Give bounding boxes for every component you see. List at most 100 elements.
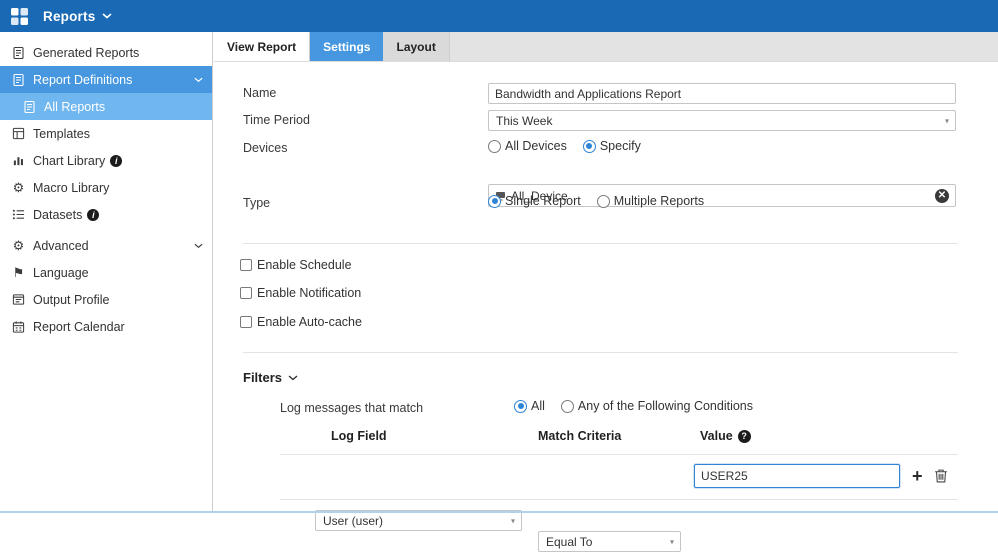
match-label: Log messages that match xyxy=(280,401,423,415)
section-divider xyxy=(243,352,958,353)
sidebar-item-all-reports[interactable]: All Reports xyxy=(0,93,212,120)
sidebar-item-advanced[interactable]: ⚙ Advanced xyxy=(0,232,212,259)
tab-settings[interactable]: Settings xyxy=(310,32,383,61)
time-period-select[interactable]: This Week ▾ xyxy=(488,110,956,131)
table-divider xyxy=(280,499,958,500)
calendar-icon xyxy=(10,320,27,334)
type-radio-group: Single Report Multiple Reports xyxy=(488,194,720,208)
delete-condition-button[interactable] xyxy=(934,468,948,483)
column-log-field: Log Field xyxy=(331,429,387,443)
all-devices-radio[interactable] xyxy=(488,140,501,153)
enable-schedule-label: Enable Schedule xyxy=(257,258,352,272)
sidebar-item-label: Macro Library xyxy=(33,181,109,195)
document-icon xyxy=(10,73,27,87)
type-label: Type xyxy=(243,196,270,210)
single-report-label: Single Report xyxy=(505,194,581,208)
sidebar-item-label: Report Calendar xyxy=(33,320,125,334)
tab-label: Settings xyxy=(323,40,370,54)
column-value: Value ? xyxy=(700,429,751,443)
specify-radio[interactable] xyxy=(583,140,596,153)
chevron-down-icon: ▾ xyxy=(945,116,949,125)
multiple-reports-radio[interactable] xyxy=(597,195,610,208)
log-field-select[interactable]: User (user) ▾ xyxy=(315,510,522,531)
single-report-radio[interactable] xyxy=(488,195,501,208)
sidebar-item-output-profile[interactable]: Output Profile xyxy=(0,286,212,313)
sidebar-item-label: Advanced xyxy=(33,239,89,253)
flag-icon: ⚑ xyxy=(10,266,27,279)
info-icon: i xyxy=(110,155,122,167)
sidebar-item-label: Chart Library xyxy=(33,154,105,168)
sidebar-item-report-definitions[interactable]: Report Definitions xyxy=(0,66,212,93)
enable-autocache-checkbox[interactable] xyxy=(240,316,252,328)
all-devices-label: All Devices xyxy=(505,139,567,153)
list-icon xyxy=(10,208,27,221)
chevron-down-icon: ▾ xyxy=(670,537,674,546)
tab-view-report[interactable]: View Report xyxy=(214,32,310,61)
gear-icon: ⚙ xyxy=(10,239,27,252)
tab-label: Layout xyxy=(396,40,435,54)
chevron-down-icon xyxy=(194,243,203,249)
sidebar-item-label: Datasets xyxy=(33,208,82,222)
sidebar-item-label: Report Definitions xyxy=(33,73,132,87)
multiple-reports-label: Multiple Reports xyxy=(614,194,704,208)
bar-chart-icon xyxy=(10,154,27,167)
sidebar: Generated Reports Report Definitions All… xyxy=(0,32,213,511)
add-condition-button[interactable]: + xyxy=(912,466,923,486)
match-all-label: All xyxy=(531,399,545,413)
sidebar-item-macro-library[interactable]: ⚙ Macro Library xyxy=(0,174,212,201)
reports-menu-label: Reports xyxy=(43,9,95,24)
sidebar-item-label: Generated Reports xyxy=(33,46,139,60)
log-field-value: User (user) xyxy=(323,514,383,528)
match-criteria-value: Equal To xyxy=(546,535,592,549)
filters-title: Filters xyxy=(243,370,282,385)
sidebar-item-chart-library[interactable]: Chart Library i xyxy=(0,147,212,174)
specify-label: Specify xyxy=(600,139,641,153)
topbar: Reports xyxy=(0,0,998,32)
time-period-value: This Week xyxy=(496,114,552,128)
help-icon[interactable]: ? xyxy=(738,430,751,443)
sidebar-item-datasets[interactable]: Datasets i xyxy=(0,201,212,228)
filters-section-toggle[interactable]: Filters xyxy=(243,370,298,385)
match-all-radio[interactable] xyxy=(514,400,527,413)
app-logo-icon[interactable] xyxy=(10,7,29,26)
devices-label: Devices xyxy=(243,141,287,155)
enable-schedule-checkbox[interactable] xyxy=(240,259,252,271)
match-criteria-select[interactable]: Equal To ▾ xyxy=(538,531,681,552)
sidebar-item-report-calendar[interactable]: Report Calendar xyxy=(0,313,212,340)
column-value-label: Value xyxy=(700,429,733,443)
enable-schedule-row[interactable]: Enable Schedule xyxy=(240,258,352,272)
match-radio-group: All Any of the Following Conditions xyxy=(514,399,769,413)
reports-menu[interactable]: Reports xyxy=(43,9,112,24)
tab-layout[interactable]: Layout xyxy=(383,32,449,61)
match-any-radio[interactable] xyxy=(561,400,574,413)
document-icon xyxy=(10,46,27,60)
enable-notification-row[interactable]: Enable Notification xyxy=(240,286,361,300)
sidebar-item-generated-reports[interactable]: Generated Reports xyxy=(0,39,212,66)
enable-notification-checkbox[interactable] xyxy=(240,287,252,299)
column-match-criteria: Match Criteria xyxy=(538,429,621,443)
chevron-down-icon xyxy=(102,13,112,19)
tabbar: View Report Settings Layout xyxy=(214,32,998,62)
template-icon xyxy=(10,127,27,140)
enable-notification-label: Enable Notification xyxy=(257,286,361,300)
sidebar-item-label: Output Profile xyxy=(33,293,109,307)
filter-value-input[interactable] xyxy=(694,464,900,488)
clear-devices-icon[interactable]: ✕ xyxy=(935,189,949,203)
gear-icon: ⚙ xyxy=(10,181,27,194)
tab-label: View Report xyxy=(227,40,296,54)
enable-autocache-label: Enable Auto-cache xyxy=(257,315,362,329)
match-any-label: Any of the Following Conditions xyxy=(578,399,753,413)
sidebar-item-label: Templates xyxy=(33,127,90,141)
chevron-down-icon xyxy=(288,375,298,381)
sidebar-item-language[interactable]: ⚑ Language xyxy=(0,259,212,286)
table-divider xyxy=(280,454,958,455)
name-input[interactable] xyxy=(488,83,956,104)
sidebar-item-templates[interactable]: Templates xyxy=(0,120,212,147)
sidebar-item-label: Language xyxy=(33,266,89,280)
settings-panel: Name Time Period This Week ▾ Devices All… xyxy=(214,62,998,511)
enable-autocache-row[interactable]: Enable Auto-cache xyxy=(240,315,362,329)
sidebar-item-label: All Reports xyxy=(44,100,105,114)
chevron-down-icon xyxy=(194,77,203,83)
devices-radio-group: All Devices Specify xyxy=(488,139,657,153)
time-period-label: Time Period xyxy=(243,113,310,127)
